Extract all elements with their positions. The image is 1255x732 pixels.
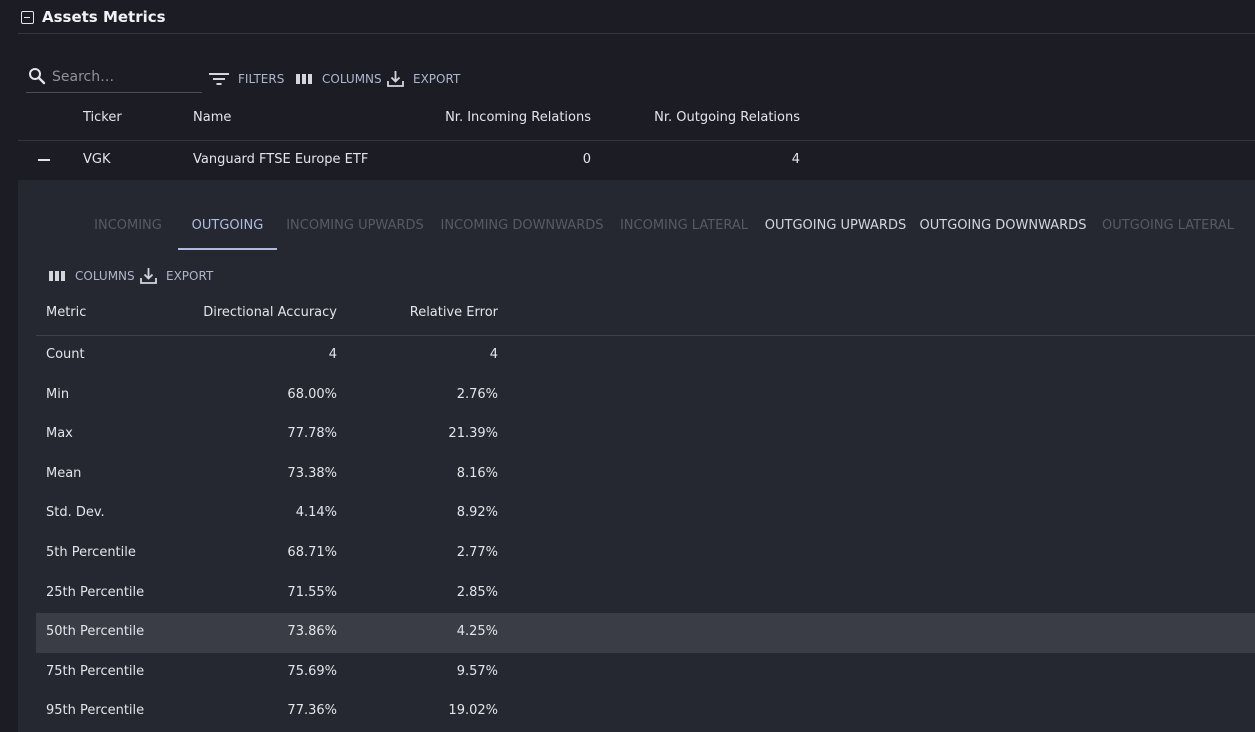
ticker-cell: VGK — [83, 152, 111, 167]
metrics-export-button[interactable]: EXPORT — [139, 265, 213, 287]
relative-error-cell: 9.57% — [456, 663, 498, 679]
tab-outgoing-downwards[interactable]: OUTGOING DOWNWARDS — [919, 200, 1087, 250]
search-box[interactable] — [26, 62, 202, 93]
directional-accuracy-cell: 77.36% — [287, 703, 337, 719]
metrics-columns-button[interactable]: COLUMNS — [48, 265, 135, 287]
column-header-ticker[interactable]: Ticker — [83, 110, 122, 125]
column-header-outgoing[interactable]: Nr. Outgoing Relations — [618, 110, 800, 125]
columns-label: COLUMNS — [75, 269, 135, 283]
relative-error-cell: 2.76% — [456, 386, 498, 402]
relative-error-cell: 2.85% — [456, 584, 498, 600]
columns-button[interactable]: COLUMNS — [295, 68, 382, 90]
table-row[interactable]: VGK Vanguard FTSE Europe ETF 0 4 — [18, 141, 1255, 180]
search-input[interactable] — [52, 65, 200, 89]
directional-accuracy-cell: 77.78% — [287, 426, 337, 442]
metric-cell: Count — [46, 347, 85, 362]
export-label: EXPORT — [166, 269, 214, 283]
metric-cell: Min — [46, 386, 70, 402]
table-row[interactable]: Count 4 4 — [36, 336, 1255, 376]
name-cell: Vanguard FTSE Europe ETF — [193, 152, 369, 167]
collapse-section-icon[interactable] — [21, 11, 34, 24]
metrics-table-header: Metric Directional Accuracy Relative Err… — [36, 293, 1255, 336]
export-button[interactable]: EXPORT — [386, 68, 460, 90]
column-header-directional-accuracy[interactable]: Directional Accuracy — [186, 305, 337, 320]
filters-button[interactable]: FILTERS — [208, 68, 284, 90]
directional-accuracy-cell: 73.86% — [287, 624, 337, 640]
search-icon — [29, 68, 46, 85]
column-header-incoming[interactable]: Nr. Incoming Relations — [418, 110, 591, 125]
columns-icon — [49, 271, 65, 281]
active-tab-indicator — [178, 248, 277, 250]
columns-icon — [296, 74, 312, 84]
table-row[interactable]: 75th Percentile 75.69% 9.57% — [36, 653, 1255, 693]
directional-accuracy-cell: 68.71% — [287, 545, 337, 560]
metric-cell: 25th Percentile — [46, 584, 145, 600]
table-row[interactable]: 5th Percentile 68.71% 2.77% — [36, 534, 1255, 574]
metric-cell: Mean — [46, 465, 82, 481]
tab-outgoing-upwards[interactable]: OUTGOING UPWARDS — [762, 200, 909, 250]
table-row[interactable]: 25th Percentile 71.55% 2.85% — [36, 574, 1255, 614]
filter-icon — [209, 73, 229, 85]
relative-error-cell: 21.39% — [448, 426, 498, 442]
download-icon — [387, 71, 404, 87]
tab-outgoing-lateral[interactable]: OUTGOING LATERAL — [1099, 200, 1237, 250]
incoming-cell: 0 — [582, 152, 591, 167]
metric-cell: Std. Dev. — [46, 505, 105, 521]
relative-error-cell: 8.16% — [456, 465, 498, 481]
filters-label: FILTERS — [238, 72, 285, 86]
metric-cell: 50th Percentile — [46, 624, 145, 640]
collapse-row-icon[interactable] — [38, 159, 50, 161]
metric-cell: 5th Percentile — [46, 545, 136, 560]
table-row[interactable]: 95th Percentile 77.36% 19.02% — [36, 692, 1255, 732]
export-label: EXPORT — [413, 72, 461, 86]
table-row[interactable]: Min 68.00% 2.76% — [36, 376, 1255, 416]
section-header: Assets Metrics — [18, 0, 1255, 34]
directional-accuracy-cell: 73.38% — [287, 465, 337, 481]
tab-incoming[interactable]: INCOMING — [86, 200, 170, 250]
directional-accuracy-cell: 68.00% — [287, 386, 337, 402]
table-row[interactable]: Mean 73.38% 8.16% — [36, 455, 1255, 495]
relative-error-cell: 4.25% — [456, 624, 498, 640]
section-title: Assets Metrics — [42, 8, 166, 26]
tab-incoming-upwards[interactable]: INCOMING UPWARDS — [283, 200, 427, 250]
relative-error-cell: 19.02% — [448, 703, 498, 719]
outgoing-cell: 4 — [791, 152, 800, 167]
column-header-name[interactable]: Name — [193, 110, 231, 125]
table-row[interactable]: Std. Dev. 4.14% 8.92% — [36, 494, 1255, 534]
relation-tabs: INCOMING OUTGOING INCOMING UPWARDS INCOM… — [18, 200, 1255, 250]
columns-label: COLUMNS — [322, 72, 382, 86]
metric-cell: 95th Percentile — [46, 703, 145, 719]
detail-panel: INCOMING OUTGOING INCOMING UPWARDS INCOM… — [18, 180, 1255, 732]
tab-incoming-lateral[interactable]: INCOMING LATERAL — [616, 200, 752, 250]
table-row[interactable]: Max 77.78% 21.39% — [36, 415, 1255, 455]
column-header-relative-error[interactable]: Relative Error — [366, 305, 498, 320]
relative-error-cell: 8.92% — [456, 505, 498, 521]
column-header-metric[interactable]: Metric — [46, 305, 86, 320]
relative-error-cell: 2.77% — [456, 545, 498, 560]
metric-cell: Max — [46, 426, 73, 442]
tab-incoming-downwards[interactable]: INCOMING DOWNWARDS — [439, 200, 605, 250]
metric-cell: 75th Percentile — [46, 663, 145, 679]
directional-accuracy-cell: 71.55% — [287, 584, 337, 600]
directional-accuracy-cell: 4 — [328, 347, 337, 362]
assets-table-header: Ticker Name Nr. Incoming Relations Nr. O… — [18, 99, 1255, 141]
tab-outgoing[interactable]: OUTGOING — [178, 200, 277, 250]
table-row[interactable]: 50th Percentile 73.86% 4.25% — [36, 613, 1255, 653]
directional-accuracy-cell: 4.14% — [295, 505, 337, 521]
relative-error-cell: 4 — [489, 347, 498, 362]
download-icon — [140, 268, 157, 284]
directional-accuracy-cell: 75.69% — [287, 663, 337, 679]
